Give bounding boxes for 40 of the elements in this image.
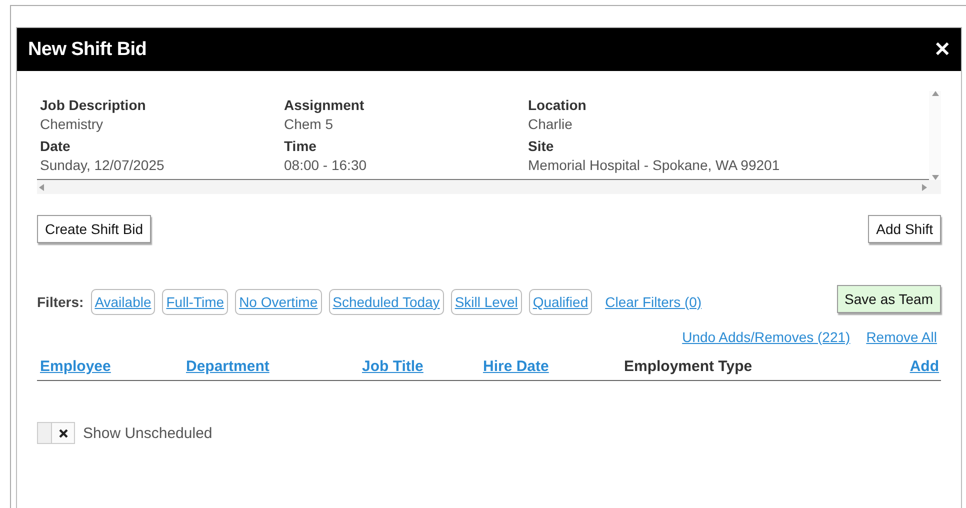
clear-filters-link[interactable]: Clear Filters (0)	[605, 294, 702, 310]
column-header-link[interactable]: Hire Date	[483, 358, 549, 375]
vertical-scrollbar[interactable]	[929, 91, 941, 180]
field-label: Assignment	[284, 97, 366, 113]
field-label: Job Description	[40, 97, 147, 113]
field-label: Date	[40, 138, 72, 154]
action-link[interactable]: Undo Adds/Removes (221)	[682, 329, 850, 345]
field-value: 08:00 - 16:30	[284, 157, 368, 173]
field-label: Location	[528, 97, 588, 113]
field-value: Sunday, 12/07/2025	[40, 157, 166, 173]
toggle-switch[interactable]	[37, 422, 75, 444]
save-as-team-button[interactable]: Save as Team	[836, 285, 941, 313]
add-shift-button[interactable]: Add Shift	[868, 215, 941, 243]
create-shift-bid-button[interactable]: Create Shift Bid	[37, 215, 152, 243]
column-header: Employment Type	[624, 358, 752, 375]
field-label: Site	[528, 138, 555, 154]
filters-label: Filters:	[37, 294, 84, 310]
dialog-title: New Shift Bid	[28, 38, 147, 60]
action-link[interactable]: Remove All	[866, 329, 937, 345]
column-header-link[interactable]: Add	[910, 358, 939, 375]
column-header-link[interactable]: Employee	[40, 358, 111, 375]
filter-chip[interactable]: Available	[90, 289, 156, 315]
scroll-right-icon[interactable]	[922, 184, 927, 190]
close-button[interactable]: ✕	[934, 37, 951, 62]
field-value: Memorial Hospital - Spokane, WA 99201	[528, 157, 781, 173]
column-header-link[interactable]: Job Title	[362, 358, 424, 375]
field-label: Time	[284, 138, 318, 154]
field-value: Chemistry	[40, 116, 104, 132]
scroll-left-icon[interactable]	[39, 184, 44, 190]
field-value: Charlie	[528, 116, 574, 132]
filter-chip[interactable]: Scheduled Today	[328, 289, 444, 315]
column-header-link[interactable]: Department	[186, 358, 270, 375]
filter-chip[interactable]: Qualified	[528, 289, 592, 315]
filter-chip[interactable]: Skill Level	[450, 289, 522, 315]
toggle-label: Show Unscheduled	[83, 424, 212, 442]
filter-chip[interactable]: Full-Time	[162, 289, 228, 315]
filter-chip[interactable]: No Overtime	[235, 289, 322, 315]
scroll-up-icon[interactable]	[932, 91, 938, 96]
field-value: Chem 5	[284, 116, 334, 132]
horizontal-scrollbar[interactable]	[37, 180, 941, 194]
